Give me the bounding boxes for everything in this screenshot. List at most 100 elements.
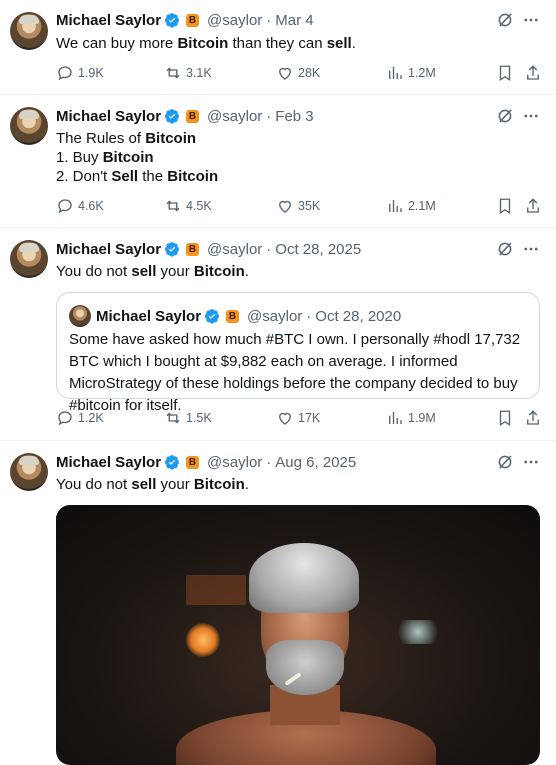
repost-icon (166, 67, 180, 79)
repost-icon (166, 200, 180, 212)
views-button[interactable]: 2.1M (386, 197, 436, 215)
bitcoin-badge-icon: B (186, 109, 200, 123)
reply-count: 4.6K (78, 199, 104, 213)
repost-count: 3.1K (186, 66, 212, 80)
author-name[interactable]: Michael Saylor (56, 108, 161, 125)
repost-button[interactable]: 4.5K (164, 197, 212, 215)
author-name[interactable]: Michael Saylor (56, 241, 161, 258)
grok-icon[interactable] (496, 11, 514, 29)
grok-icon[interactable] (496, 240, 514, 258)
background-light (396, 620, 440, 644)
bookmark-button[interactable] (496, 409, 518, 427)
tweet-media-image[interactable] (56, 505, 540, 765)
reply-button[interactable]: 4.6K (56, 197, 104, 215)
grok-icon[interactable] (496, 107, 514, 125)
like-count: 17K (298, 411, 321, 425)
more-icon[interactable] (522, 107, 540, 125)
views-button[interactable]: 1.2M (386, 64, 436, 82)
avatar[interactable] (10, 12, 48, 50)
more-icon[interactable] (522, 11, 540, 29)
author-name[interactable]: Michael Saylor (56, 12, 161, 29)
bookmark-button[interactable] (496, 197, 518, 215)
text-segment: . (244, 263, 249, 280)
text-segment: sell (326, 35, 352, 52)
tweet[interactable]: Michael Saylor B @saylor · Mar 4 We can … (0, 0, 556, 95)
more-icon[interactable] (522, 240, 540, 258)
like-button[interactable]: 35K (276, 197, 320, 215)
text-segment: Bitcoin (167, 168, 219, 185)
avatar[interactable] (10, 240, 48, 278)
bookmark-button[interactable] (496, 64, 518, 82)
verified-badge-icon (165, 455, 180, 470)
bookmark-icon (499, 65, 511, 82)
bitcoin-badge-icon: B (186, 13, 200, 27)
like-button[interactable]: 28K (276, 64, 320, 82)
verified-badge-icon (205, 309, 220, 324)
repost-count: 4.5K (186, 199, 212, 213)
reply-button[interactable]: 1.9K (56, 64, 104, 82)
text-segment: than they can (228, 35, 327, 52)
like-button[interactable]: 17K (276, 409, 320, 427)
tweet-actions: 4.6K 4.5K 35K 2.1M (56, 197, 540, 217)
text-segment: We can buy more (56, 35, 178, 52)
tweet-text: You do not sell your Bitcoin. (56, 262, 536, 281)
repost-icon (166, 412, 180, 424)
reply-count: 1.9K (78, 66, 104, 80)
tweet-date[interactable]: Mar 4 (275, 12, 313, 29)
bookmark-icon (499, 410, 511, 427)
avatar[interactable] (10, 107, 48, 145)
tweet-text: The Rules of Bitcoin 1. Buy Bitcoin 2. D… (56, 129, 536, 186)
views-icon (389, 412, 402, 424)
like-icon (279, 67, 291, 80)
repost-count: 1.5K (186, 411, 212, 425)
views-button[interactable]: 1.9M (386, 409, 436, 427)
text-segment: . (351, 35, 356, 52)
more-icon[interactable] (522, 453, 540, 471)
figure-hair (249, 543, 359, 613)
text-segment: Bitcoin (145, 130, 197, 147)
share-icon (527, 65, 539, 80)
repost-button[interactable]: 1.5K (164, 409, 212, 427)
reply-icon (58, 66, 72, 81)
separator: · (266, 453, 272, 471)
author-handle: @saylor (247, 307, 303, 325)
reply-count: 1.2K (78, 411, 104, 425)
share-icon (527, 198, 539, 213)
views-icon (389, 200, 402, 212)
repost-button[interactable]: 3.1K (164, 64, 212, 82)
share-button[interactable] (524, 197, 546, 215)
text-line: 1. Buy Bitcoin (56, 148, 536, 167)
text-segment: Bitcoin (193, 476, 245, 493)
share-button[interactable] (524, 409, 546, 427)
author-name[interactable]: Michael Saylor (56, 454, 161, 471)
separator: · (266, 107, 272, 125)
like-icon (279, 200, 291, 213)
avatar (69, 305, 91, 327)
reply-button[interactable]: 1.2K (56, 409, 104, 427)
text-segment: The Rules of (56, 130, 146, 147)
avatar[interactable] (10, 453, 48, 491)
tweet-header: Michael Saylor B @saylor · Aug 6, 2025 (56, 452, 356, 472)
author-handle[interactable]: @saylor (207, 241, 262, 258)
view-count: 1.9M (408, 411, 436, 425)
author-handle[interactable]: @saylor (207, 108, 262, 125)
text-segment: your (156, 263, 194, 280)
share-button[interactable] (524, 64, 546, 82)
tweet-date[interactable]: Oct 28, 2025 (275, 241, 361, 258)
grok-icon[interactable] (496, 453, 514, 471)
text-line: 2. Don't Sell the Bitcoin (56, 167, 536, 186)
tweet[interactable]: Michael Saylor B @saylor · Oct 28, 2025 … (0, 228, 556, 441)
tweet-header: Michael Saylor B @saylor · Feb 3 (56, 106, 314, 126)
text-segment: 2. Don't (56, 168, 112, 185)
author-handle[interactable]: @saylor (207, 12, 262, 29)
quoted-tweet[interactable]: Michael Saylor B @saylor · Oct 28, 2020 … (56, 292, 540, 414)
tweet[interactable]: Michael Saylor B @saylor · Feb 3 The Rul… (0, 95, 556, 228)
reply-icon (58, 199, 72, 214)
text-segment: 1. Buy (56, 149, 103, 166)
tweet-date[interactable]: Aug 6, 2025 (275, 454, 356, 471)
reply-icon (58, 411, 72, 426)
bitcoin-badge-icon: B (186, 455, 200, 469)
tweet-date[interactable]: Feb 3 (275, 108, 313, 125)
text-segment: . (244, 476, 249, 493)
author-handle[interactable]: @saylor (207, 454, 262, 471)
